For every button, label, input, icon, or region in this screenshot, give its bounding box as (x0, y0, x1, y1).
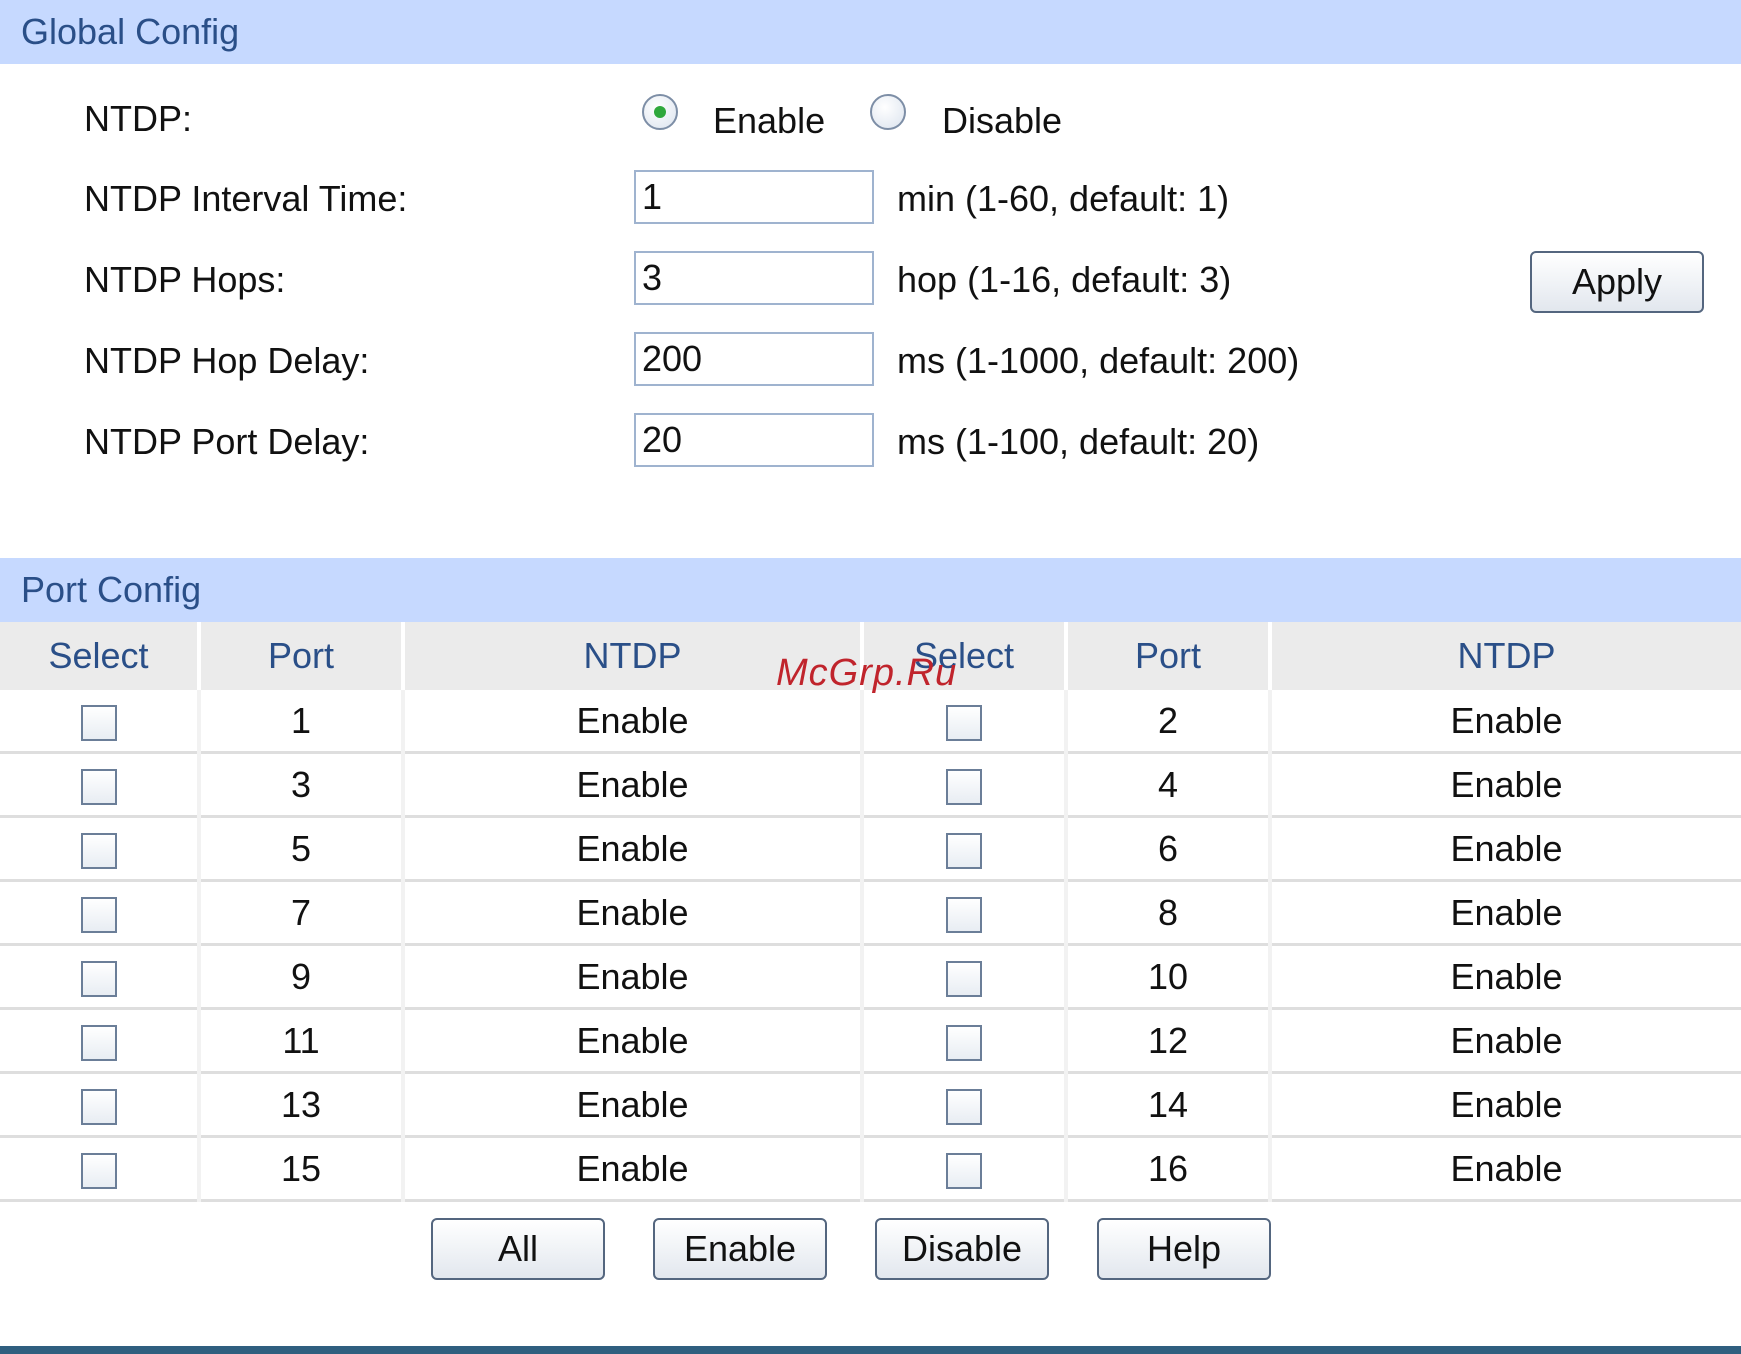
ntdp-label: NTDP: (84, 98, 192, 139)
hops-label: NTDP Hops: (84, 259, 286, 300)
port-select-checkbox[interactable] (80, 1088, 117, 1125)
ntdp-status: Enable (1268, 752, 1741, 818)
port-delay-input[interactable] (634, 413, 874, 467)
global-config-title: Global Config (21, 11, 240, 52)
hops-row: NTDP Hops: hop (1-16, default: 3) (0, 251, 1741, 309)
bottom-divider (0, 1346, 1741, 1354)
port-number: 6 (1064, 816, 1270, 882)
port-number: 16 (1064, 1136, 1270, 1202)
column-header-port: Port (1064, 622, 1270, 690)
port-delay-hint: ms (1-100, default: 20) (897, 421, 1260, 462)
ntdp-status: Enable (401, 1008, 862, 1074)
ntdp-status: Enable (401, 944, 862, 1010)
table-row: 3 Enable 4 Enable (0, 752, 1741, 818)
all-button[interactable]: All (431, 1218, 605, 1280)
enable-button[interactable]: Enable (653, 1218, 827, 1280)
help-button[interactable]: Help (1097, 1218, 1271, 1280)
table-row: 7 Enable 8 Enable (0, 880, 1741, 946)
hops-hint: hop (1-16, default: 3) (897, 259, 1232, 300)
port-select-checkbox[interactable] (946, 832, 982, 869)
hops-input[interactable] (634, 251, 874, 305)
ntdp-status: Enable (1268, 1136, 1741, 1202)
table-row: 15 Enable 16 Enable (0, 1136, 1741, 1202)
ntdp-status: Enable (401, 880, 862, 946)
port-select-checkbox[interactable] (80, 1024, 117, 1061)
port-select-checkbox[interactable] (80, 768, 117, 805)
apply-button[interactable]: Apply (1530, 251, 1704, 313)
table-row: 13 Enable 14 Enable (0, 1072, 1741, 1138)
port-select-checkbox[interactable] (80, 704, 117, 741)
port-number: 3 (197, 752, 403, 818)
hop-delay-label: NTDP Hop Delay: (84, 340, 370, 381)
port-select-checkbox[interactable] (946, 896, 982, 933)
port-number: 15 (197, 1136, 403, 1202)
radio-selected-dot (654, 106, 666, 118)
ntdp-status: Enable (1268, 690, 1741, 754)
disable-button[interactable]: Disable (875, 1218, 1049, 1280)
port-select-checkbox[interactable] (80, 832, 117, 869)
watermark: McGrp.Ru (776, 652, 958, 694)
column-header-ntdp: NTDP (1268, 622, 1741, 690)
ntdp-status: Enable (1268, 1072, 1741, 1138)
ntdp-status: Enable (1268, 944, 1741, 1010)
ntdp-enable-label[interactable]: Enable (713, 100, 825, 142)
port-select-checkbox[interactable] (946, 1152, 982, 1189)
interval-time-hint: min (1-60, default: 1) (897, 178, 1230, 219)
port-delay-row: NTDP Port Delay: ms (1-100, default: 20) (0, 413, 1741, 471)
interval-time-input[interactable] (634, 170, 874, 224)
port-select-checkbox[interactable] (946, 1088, 982, 1125)
port-select-checkbox[interactable] (946, 704, 982, 741)
port-number: 4 (1064, 752, 1270, 818)
port-number: 13 (197, 1072, 403, 1138)
interval-time-label: NTDP Interval Time: (84, 178, 408, 219)
port-number: 7 (197, 880, 403, 946)
port-select-checkbox[interactable] (80, 1152, 117, 1189)
port-config-header: Port Config (0, 558, 1741, 622)
table-row: 1 Enable 2 Enable (0, 690, 1741, 754)
table-row: 11 Enable 12 Enable (0, 1008, 1741, 1074)
port-number: 11 (197, 1008, 403, 1074)
ntdp-status: Enable (1268, 816, 1741, 882)
hop-delay-hint: ms (1-1000, default: 200) (897, 340, 1300, 381)
port-select-checkbox[interactable] (946, 1024, 982, 1061)
port-number: 2 (1064, 690, 1270, 754)
ntdp-status: Enable (401, 816, 862, 882)
port-select-checkbox[interactable] (946, 960, 982, 997)
port-number: 9 (197, 944, 403, 1010)
ntdp-enable-radio[interactable] (642, 94, 678, 130)
ntdp-disable-label[interactable]: Disable (942, 100, 1062, 142)
port-number: 12 (1064, 1008, 1270, 1074)
port-number: 14 (1064, 1072, 1270, 1138)
port-table: Select Port NTDP Select Port NTDP 1 Enab… (0, 622, 1741, 1202)
ntdp-status: Enable (401, 1072, 862, 1138)
port-number: 1 (197, 690, 403, 754)
port-delay-label: NTDP Port Delay: (84, 421, 370, 462)
ntdp-status: Enable (1268, 1008, 1741, 1074)
hop-delay-input[interactable] (634, 332, 874, 386)
column-header-select: Select (0, 622, 199, 690)
table-row: 9 Enable 10 Enable (0, 944, 1741, 1010)
port-select-checkbox[interactable] (80, 896, 117, 933)
ntdp-row: NTDP: Enable Disable (0, 90, 1741, 148)
port-select-checkbox[interactable] (80, 960, 117, 997)
ntdp-status: Enable (1268, 880, 1741, 946)
ntdp-status: Enable (401, 1136, 862, 1202)
port-config-title: Port Config (21, 569, 202, 610)
ntdp-status: Enable (401, 752, 862, 818)
port-number: 10 (1064, 944, 1270, 1010)
ntdp-status: Enable (401, 690, 862, 754)
hop-delay-row: NTDP Hop Delay: ms (1-1000, default: 200… (0, 332, 1741, 390)
port-number: 5 (197, 816, 403, 882)
port-select-checkbox[interactable] (946, 768, 982, 805)
interval-time-row: NTDP Interval Time: min (1-60, default: … (0, 170, 1741, 228)
ntdp-disable-radio[interactable] (870, 94, 906, 130)
global-config-header: Global Config (0, 0, 1741, 64)
port-number: 8 (1064, 880, 1270, 946)
column-header-port: Port (197, 622, 403, 690)
table-row: 5 Enable 6 Enable (0, 816, 1741, 882)
